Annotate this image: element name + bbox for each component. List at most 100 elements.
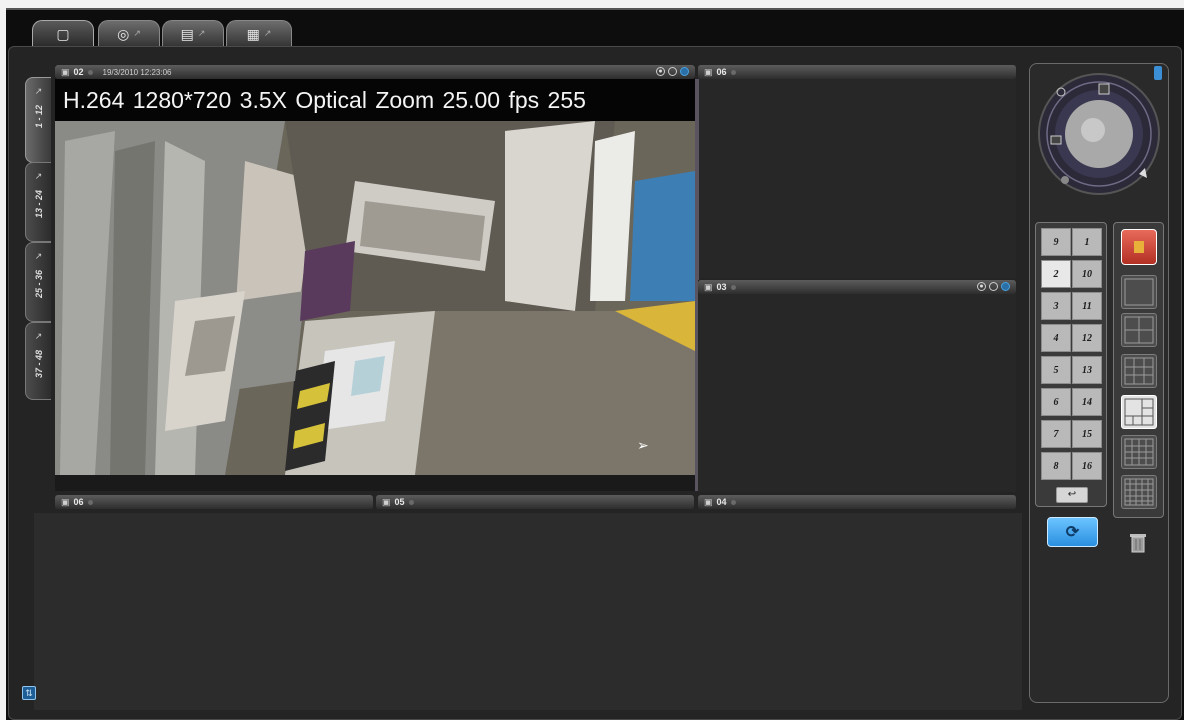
side-tab-13-24[interactable]: ↗ 13 - 24 (25, 162, 51, 242)
camera-number: 06 (73, 497, 84, 507)
app-window: ▢ ◎ ↗ ▤ ↗ ▦ ↗ ↗ 1 - 12 ↗ 13 - 24 ↗ 25 - … (6, 8, 1184, 720)
camera-number-button-9[interactable]: 9 (1041, 228, 1071, 256)
camera-icon: ▣ (382, 496, 391, 507)
arrow-icon: ↗ (34, 251, 43, 261)
street-scene-image (55, 121, 695, 475)
camera-number-button-11[interactable]: 11 (1072, 292, 1102, 320)
tab-logs[interactable]: ▦ ↗ (226, 20, 292, 46)
camera-icon: ▣ (61, 66, 70, 77)
layout-1plus5-icon (1124, 398, 1154, 426)
arrow-icon: ↗ (34, 86, 43, 96)
layout-4x4-button[interactable] (1121, 435, 1157, 469)
side-tab-25-36[interactable]: ↗ 25 - 36 (25, 242, 51, 322)
camera-icon: ▣ (61, 496, 70, 507)
layout-5x5-icon (1124, 478, 1154, 506)
camera-number-button-4[interactable]: 4 (1041, 324, 1071, 352)
layout-2x2-icon (1124, 316, 1154, 344)
camera-number: 05 (394, 497, 405, 507)
camera-number: 02 (73, 67, 84, 77)
layout-5x5-button[interactable] (1121, 475, 1157, 509)
record-icon[interactable] (989, 282, 998, 291)
arrow-icon: ↗ (197, 28, 206, 38)
record-icon (1134, 241, 1144, 253)
ptz-dial-graphic (1038, 73, 1160, 195)
record-button[interactable] (1121, 229, 1157, 265)
side-tab-label: 37 - 48 (33, 350, 44, 379)
snapshot-icon[interactable]: ● (977, 282, 986, 291)
camera-number-button-14[interactable]: 14 (1072, 388, 1102, 416)
close-icon[interactable] (1001, 282, 1010, 291)
camera-number-button-5[interactable]: 5 (1041, 356, 1071, 384)
layout-4x4-icon (1124, 438, 1154, 466)
snapshot-icon[interactable]: ● (656, 67, 665, 76)
close-icon[interactable] (680, 67, 689, 76)
status-dot (730, 284, 736, 290)
camera-number-button-7[interactable]: 7 (1041, 420, 1071, 448)
side-tab-label: 13 - 24 (33, 190, 44, 219)
camera-number: 06 (716, 67, 727, 77)
pane-header: ▣ 06 (55, 495, 373, 509)
video-grid-bottom-area[interactable] (34, 513, 1022, 710)
layout-3x3-icon (1124, 357, 1154, 385)
layout-selector (1113, 222, 1164, 518)
camera-pane-06-bottom[interactable]: ▣ 06 (55, 495, 373, 509)
tab-live-view[interactable]: ▢ (32, 20, 94, 46)
side-tab-label: 25 - 36 (33, 270, 44, 299)
camera-pane-06[interactable]: ▣ 06 (698, 65, 1016, 278)
config-icon: ▤ (180, 25, 194, 42)
camera-number-button-2[interactable]: 2 (1041, 260, 1071, 288)
layout-1plus5-button[interactable] (1121, 395, 1157, 429)
mouse-cursor-icon: ➢ (637, 437, 649, 453)
camera-icon: ▣ (704, 66, 713, 77)
camera-number-button-3[interactable]: 3 (1041, 292, 1071, 320)
layout-3x3-button[interactable] (1121, 354, 1157, 388)
layout-2x2-button[interactable] (1121, 313, 1157, 347)
monitor-icon: ▢ (56, 25, 70, 42)
camera-number-button-12[interactable]: 12 (1072, 324, 1102, 352)
ptz-dial[interactable] (1035, 70, 1163, 198)
pane-header: ▣ 06 (698, 65, 1016, 79)
layout-1x1-icon (1124, 278, 1154, 306)
camera-number: 03 (716, 282, 727, 292)
arrow-icon: ↗ (34, 331, 43, 341)
camera-pane-05[interactable]: ▣ 05 (376, 495, 694, 509)
camera-pane-03[interactable]: ▣ 03 ● (698, 280, 1016, 492)
osd-overlay: H.264 1280*720 3.5X Optical Zoom 25.00 f… (55, 79, 695, 121)
return-button[interactable]: ↩ (1056, 487, 1088, 503)
camera-number-button-13[interactable]: 13 (1072, 356, 1102, 384)
video-feed[interactable]: ➢ (55, 121, 695, 475)
camera-number-button-15[interactable]: 15 (1072, 420, 1102, 448)
ptz-lock-icon[interactable] (1154, 66, 1162, 80)
arrow-icon: ↗ (34, 171, 43, 181)
camera-icon: ▣ (704, 496, 713, 507)
camera-number-button-16[interactable]: 16 (1072, 452, 1102, 480)
record-icon[interactable] (668, 67, 677, 76)
network-status-icon[interactable]: ⇅ (22, 686, 36, 700)
layout-1x1-button[interactable] (1121, 275, 1157, 309)
trash-icon (1130, 534, 1146, 553)
side-tab-1-12[interactable]: ↗ 1 - 12 (25, 77, 51, 163)
pane-header: ▣ 02 19/3/2010 12:23:06 ● (55, 65, 695, 79)
side-tab-label: 1 - 12 (33, 105, 44, 129)
camera-number-button-10[interactable]: 10 (1072, 260, 1102, 288)
trash-button[interactable] (1127, 530, 1149, 554)
status-dot (87, 69, 93, 75)
pane-header: ▣ 03 ● (698, 280, 1016, 294)
tab-config[interactable]: ▤ ↗ (162, 20, 224, 46)
logs-icon: ▦ (246, 25, 260, 42)
camera-select-numpad: 9 1 2 10 3 11 4 12 5 13 6 14 7 15 8 16 ↩ (1035, 222, 1107, 507)
camera-number: 04 (716, 497, 727, 507)
camera-pane-02[interactable]: ▣ 02 19/3/2010 12:23:06 ● H.264 1280*720… (55, 65, 695, 491)
camera-number-button-1[interactable]: 1 (1072, 228, 1102, 256)
status-dot (730, 499, 736, 505)
camera-number-button-6[interactable]: 6 (1041, 388, 1071, 416)
timestamp: 19/3/2010 12:23:06 (102, 67, 172, 77)
camera-pane-04[interactable]: ▣ 04 (698, 495, 1016, 509)
side-tab-37-48[interactable]: ↗ 37 - 48 (25, 322, 51, 400)
tab-playback[interactable]: ◎ ↗ (98, 20, 160, 46)
camera-number-button-8[interactable]: 8 (1041, 452, 1071, 480)
refresh-button[interactable]: ⟳ (1047, 517, 1098, 547)
refresh-icon: ⟳ (1065, 524, 1080, 541)
status-dot (730, 69, 736, 75)
arrow-icon: ↗ (133, 28, 141, 38)
